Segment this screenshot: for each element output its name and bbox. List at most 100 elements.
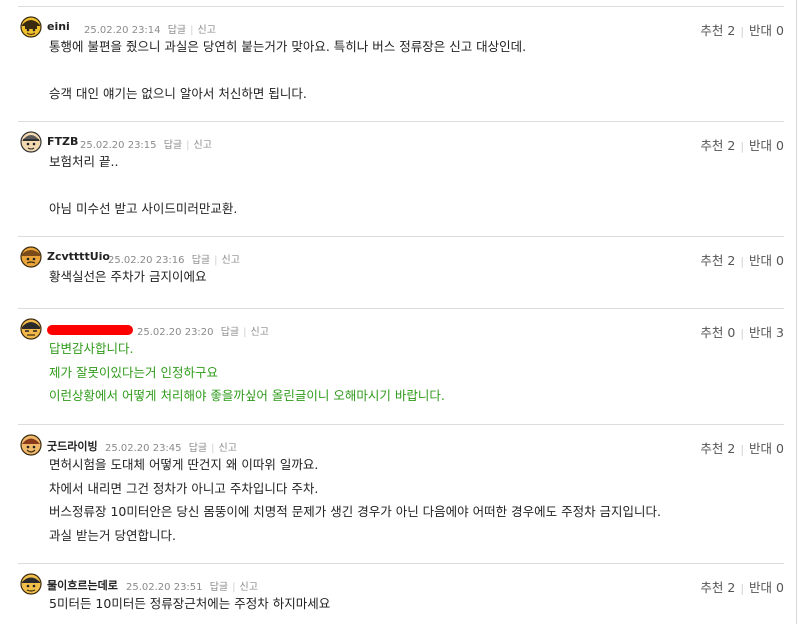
comment-item: FTZB 25.02.20 23:15 답글 | 신고 추천 2 | 반대 0 보험처리… — [18, 121, 784, 221]
oppose-count: 0 — [776, 23, 784, 38]
recommend-button[interactable]: 추천 2 — [700, 138, 735, 153]
comment-meta: 25.02.20 23:45 답글 | 신고 — [105, 443, 237, 454]
comment-line: 5미터든 10미터든 정류장근처에는 주정차 하지마세요 — [49, 596, 331, 611]
avatar-icon — [20, 434, 42, 456]
avatar-icon — [20, 573, 42, 595]
oppose-count: 0 — [776, 580, 784, 595]
comment-date: 25.02.20 23:15 — [80, 140, 157, 151]
comment-date: 25.02.20 23:14 — [84, 25, 161, 36]
oppose-label: 반대 — [749, 441, 773, 456]
comment-item: ZcvttttUio 25.02.20 23:16 답글 | 신고 추천 2 | 반대 … — [18, 236, 784, 289]
comment-author[interactable]: 굿드라이빙 — [47, 438, 98, 454]
comment-line: 이런상황에서 어떻게 처리해야 좋을까싶어 올린글이니 오해마시기 바랍니다. — [49, 388, 445, 403]
oppose-button[interactable]: 반대 0 — [749, 23, 784, 38]
oppose-button[interactable]: 반대 0 — [749, 253, 784, 268]
comment-body: 면허시험을 도대체 어떻게 딴건지 왜 이따위 일까요. 차에서 내리면 그건 … — [49, 453, 784, 547]
report-link[interactable]: 신고 — [219, 443, 237, 454]
reply-link[interactable]: 답글 — [168, 25, 186, 36]
reply-link[interactable]: 답글 — [164, 140, 182, 151]
comment-list: eini 25.02.20 23:14 답글 | 신고 추천 2 | 반대 0 통행에 … — [0, 0, 797, 624]
recommend-button[interactable]: 추천 2 — [700, 253, 735, 268]
report-link[interactable]: 신고 — [222, 255, 240, 266]
vote-box: 추천 2 | 반대 0 — [700, 580, 784, 595]
comment-date: 25.02.20 23:51 — [126, 582, 203, 593]
comment-item: 굿드라이빙 25.02.20 23:45 답글 | 신고 추천 2 | 반대 0 면허시… — [18, 424, 784, 547]
recommend-button[interactable]: 추천 2 — [700, 580, 735, 595]
comment-item: 25.02.20 23:20 답글 | 신고 추천 0 | 반대 3 답변감사합니다. … — [18, 308, 784, 408]
comment-line: 과실 받는거 당연합니다. — [49, 527, 176, 543]
oppose-button[interactable]: 반대 0 — [749, 441, 784, 456]
oppose-count: 0 — [776, 441, 784, 456]
oppose-label: 반대 — [749, 23, 773, 38]
report-link[interactable]: 신고 — [198, 25, 216, 36]
comment-blank-line — [49, 174, 784, 198]
oppose-button[interactable]: 반대 0 — [749, 138, 784, 153]
vote-box: 추천 2 | 반대 0 — [700, 138, 784, 153]
comment-meta: 25.02.20 23:16 답글 | 신고 — [108, 255, 240, 266]
recommend-label: 추천 — [700, 138, 724, 153]
reply-link[interactable]: 답글 — [210, 582, 228, 593]
comment-line: 차에서 내리면 그건 정차가 아니고 주차입니다 주차. — [49, 480, 319, 496]
comment-line: 제가 잘못이있다는거 인정하구요 — [49, 364, 218, 380]
recommend-count: 2 — [727, 580, 736, 595]
reply-link[interactable]: 답글 — [192, 255, 210, 266]
comment-body: 통행에 불편을 줬으니 과실은 당연히 붙는거가 맞아요. 특히나 버스 정류장… — [49, 35, 784, 106]
vote-box: 추천 2 | 반대 0 — [700, 441, 784, 456]
recommend-label: 추천 — [700, 441, 724, 456]
oppose-label: 반대 — [749, 253, 773, 268]
comment-author[interactable]: 물이흐르는데로 — [47, 577, 118, 593]
recommend-count: 2 — [727, 253, 736, 268]
recommend-count: 2 — [727, 138, 736, 153]
comment-line: 답변감사합니다. — [49, 341, 134, 356]
recommend-count: 2 — [727, 23, 736, 38]
reply-link[interactable]: 답글 — [221, 327, 239, 338]
report-link[interactable]: 신고 — [240, 582, 258, 593]
comment-date: 25.02.20 23:20 — [137, 327, 214, 338]
recommend-label: 추천 — [700, 23, 724, 38]
avatar-icon — [20, 246, 42, 268]
recommend-button[interactable]: 추천 2 — [700, 441, 735, 456]
comment-line: 승객 대인 얘기는 없으니 알아서 처신하면 됩니다. — [49, 86, 307, 101]
report-link[interactable]: 신고 — [251, 327, 269, 338]
comment-line: 아님 미수선 받고 사이드미러만교환. — [49, 201, 238, 216]
comment-body: 보험처리 끝.. 아님 미수선 받고 사이드미러만교환. — [49, 150, 784, 221]
comment-blank-line — [49, 59, 784, 83]
oppose-count: 0 — [776, 253, 784, 268]
oppose-button[interactable]: 반대 0 — [749, 580, 784, 595]
comment-line: 통행에 불편을 줬으니 과실은 당연히 붙는거가 맞아요. 특히나 버스 정류장… — [49, 39, 527, 54]
avatar-icon — [20, 16, 42, 38]
comment-author[interactable]: ZcvttttUio — [47, 250, 110, 263]
recommend-count: 2 — [727, 441, 736, 456]
comment-author[interactable]: FTZB — [47, 135, 78, 148]
oppose-count: 0 — [776, 138, 784, 153]
avatar-icon — [20, 131, 42, 153]
comment-body: 5미터든 10미터든 정류장근처에는 주정차 하지마세요 — [49, 592, 784, 616]
reply-link[interactable]: 답글 — [189, 443, 207, 454]
comment-body: 답변감사합니다. 제가 잘못이있다는거 인정하구요 이런상황에서 어떻게 처리해… — [49, 337, 784, 408]
vote-box: 추천 0 | 반대 3 — [700, 325, 784, 340]
comment-line: 면허시험을 도대체 어떻게 딴건지 왜 이따위 일까요. — [49, 457, 319, 472]
comment-line: 황색실선은 주차가 금지이에요 — [49, 269, 207, 284]
vote-box: 추천 2 | 반대 0 — [700, 23, 784, 38]
comment-meta: 25.02.20 23:14 답글 | 신고 — [84, 25, 216, 36]
recommend-button[interactable]: 추천 0 — [700, 325, 735, 340]
oppose-count: 3 — [776, 325, 784, 340]
comment-author[interactable]: eini — [47, 20, 70, 33]
recommend-label: 추천 — [700, 580, 724, 595]
vote-box: 추천 2 | 반대 0 — [700, 253, 784, 268]
comment-meta: 25.02.20 23:20 답글 | 신고 — [137, 327, 269, 338]
comment-body: 황색실선은 주차가 금지이에요 — [49, 265, 784, 289]
oppose-label: 반대 — [749, 325, 773, 340]
comment-item: eini 25.02.20 23:14 답글 | 신고 추천 2 | 반대 0 통행에 … — [18, 6, 784, 106]
report-link[interactable]: 신고 — [194, 140, 212, 151]
oppose-label: 반대 — [749, 138, 773, 153]
recommend-button[interactable]: 추천 2 — [700, 23, 735, 38]
recommend-label: 추천 — [700, 253, 724, 268]
comment-meta: 25.02.20 23:15 답글 | 신고 — [80, 140, 212, 151]
comment-meta: 25.02.20 23:51 답글 | 신고 — [126, 582, 258, 593]
recommend-count: 0 — [727, 325, 736, 340]
comment-line: 보험처리 끝.. — [49, 154, 119, 169]
redacted-author — [47, 325, 133, 335]
oppose-label: 반대 — [749, 580, 773, 595]
oppose-button[interactable]: 반대 3 — [749, 325, 784, 340]
